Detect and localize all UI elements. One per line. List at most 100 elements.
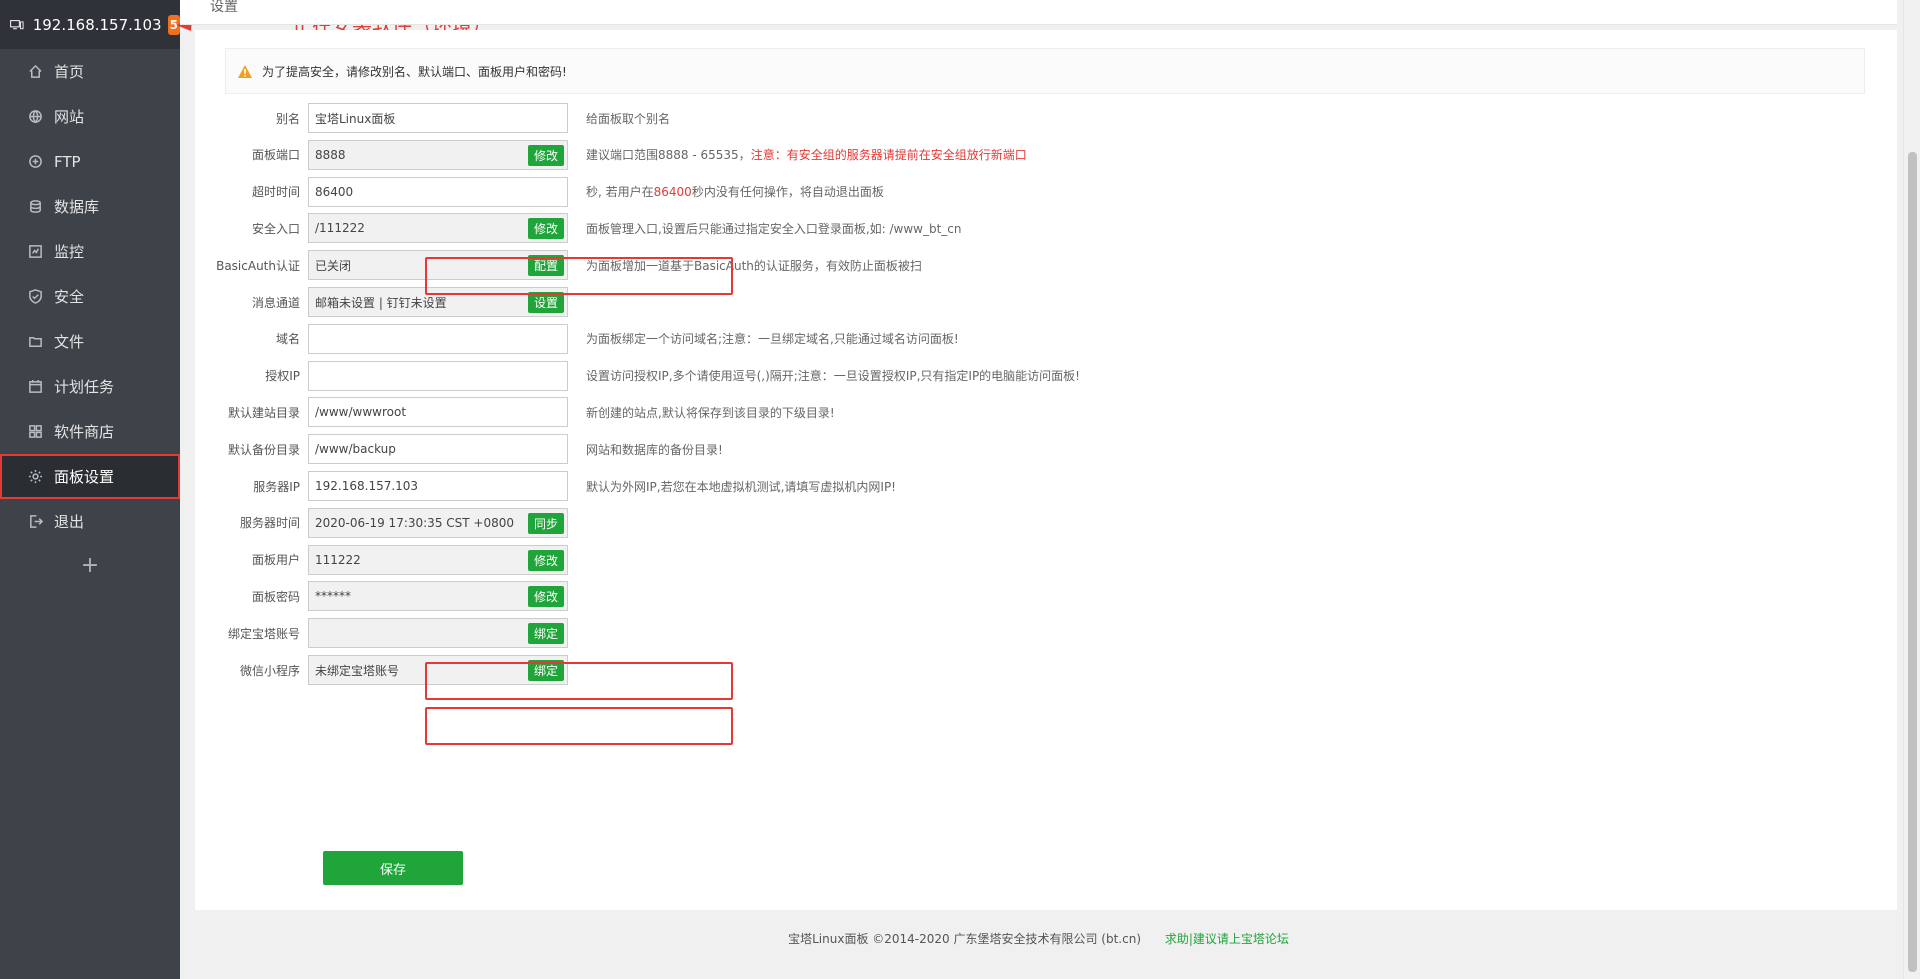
setting-label: 超时时间	[251, 185, 300, 200]
setting-field[interactable]: 宝塔Linux面板	[308, 103, 568, 133]
setting-field[interactable]: 2020-06-19 17:30:35 CST +0800 同步	[308, 507, 568, 538]
setting-value: 邮箱未设置 | 钉钉未设置	[315, 295, 447, 310]
sidebar-item-6[interactable]: 文件	[0, 319, 180, 364]
setting-field[interactable]: 未绑定宝塔账号 绑定	[308, 655, 568, 685]
monitor-host-icon	[10, 19, 24, 29]
setting-value: 86400	[315, 184, 354, 199]
hint-text: 面板管理入口,设置后只能通过指定安全入口登录面板,如: /www_bt_cn	[586, 221, 962, 236]
hint-warning-text: 注意：有安全组的服务器请提前在安全组放行新端口	[750, 148, 1027, 163]
setting-row: 安全入口/111222 修改 面板管理入口,设置后只能通过指定安全入口登录面板,如:…	[195, 213, 962, 244]
sidebar-item-0[interactable]: 首页	[0, 49, 180, 94]
setting-row: 别名 宝塔Linux面板 给面板取个别名	[195, 103, 670, 133]
setting-row: BasicAuth认证 已关闭 配置 为面板增加一道基于BasicAuth的认证服务，…	[195, 250, 922, 281]
hint-text: 为面板增加一道基于BasicAuth的认证服务，有效防止面板被扫	[586, 258, 922, 273]
setting-label: 绑定宝塔账号	[227, 626, 300, 641]
hint-text: 为面板绑定一个访问域名;注意：一旦绑定域名,只能通过域名访问面板!	[586, 332, 959, 347]
sidebar-item-4[interactable]: 监控	[0, 229, 180, 274]
sidebar-item-label: 计划任务	[54, 378, 115, 396]
footer: 宝塔Linux面板 ©2014-2020 广东堡塔安全技术有限公司 (bt.cn…	[180, 930, 1897, 947]
sidebar-item-3[interactable]: 数据库	[0, 184, 180, 229]
scrollbar[interactable]	[1903, 0, 1920, 979]
setting-action-button[interactable]: 修改	[527, 549, 564, 571]
sidebar-item-label: FTP	[54, 152, 81, 171]
setting-field[interactable]: /111222 修改	[308, 213, 568, 244]
setting-label: 域名	[275, 332, 300, 347]
setting-value: 未绑定宝塔账号	[315, 663, 400, 678]
highlight-panel-password	[425, 707, 733, 745]
setting-field[interactable]: 已关闭 配置	[308, 250, 568, 281]
setting-label: 授权IP	[265, 369, 300, 384]
setting-label: 消息通道	[251, 295, 300, 310]
setting-field[interactable]: 邮箱未设置 | 钉钉未设置 设置	[308, 287, 568, 317]
calendar-icon	[28, 379, 43, 394]
setting-field[interactable]: 192.168.157.103	[308, 471, 568, 501]
shield-icon	[28, 289, 43, 304]
setting-value: 192.168.157.103	[315, 479, 419, 493]
setting-row: 面板用户 111222 修改	[195, 544, 568, 575]
logout-icon	[28, 514, 43, 529]
notice-text: 为了提高安全，请修改别名、默认端口、面板用户和密码!	[262, 64, 567, 79]
setting-action-button[interactable]: 同步	[527, 512, 564, 534]
setting-row: 面板端口 8888 修改 建议端口范围8888 - 65535，注意：有安全组的服务器…	[195, 139, 1027, 170]
monitor-icon	[28, 244, 43, 259]
setting-row: 默认备份目录/www/backup 网站和数据库的备份目录!	[195, 434, 723, 465]
setting-label: 面板端口	[251, 148, 300, 163]
setting-action-button[interactable]: 绑定	[527, 623, 564, 645]
setting-row: 域名 为面板绑定一个访问域名;注意：一旦绑定域名,只能通过域名访问面板!	[195, 323, 959, 354]
setting-action-button[interactable]: 修改	[527, 144, 564, 166]
scrollbar-thumb[interactable]	[1908, 152, 1917, 972]
grid-icon	[28, 424, 43, 439]
sidebar-item-8[interactable]: 软件商店	[0, 409, 180, 454]
setting-field[interactable]: 86400	[308, 176, 568, 207]
setting-hint: 建议端口范围8888 - 65535，注意：有安全组的服务器请提前在安全组放行新…	[586, 146, 1027, 163]
setting-field[interactable]: 8888 修改	[308, 139, 568, 170]
setting-field[interactable]	[308, 323, 568, 354]
save-button[interactable]: 保存	[323, 851, 463, 885]
setting-row: 微信小程序 未绑定宝塔账号 绑定	[195, 655, 568, 685]
hint-text: 给面板取个别名	[586, 111, 671, 126]
settings-panel: 为了提高安全，请修改别名、默认端口、面板用户和密码! 别名 宝塔Linux面板 给面…	[195, 30, 1897, 910]
setting-field[interactable]: 111222 修改	[308, 544, 568, 575]
setting-field[interactable]	[308, 360, 568, 391]
server-header[interactable]: 192.168.157.103 5	[0, 0, 180, 49]
sidebar-item-label: 数据库	[54, 198, 100, 216]
setting-label: 服务器时间	[239, 516, 300, 531]
setting-field[interactable]: ****** 修改	[308, 581, 568, 612]
footer-copyright: 宝塔Linux面板 ©2014-2020 广东堡塔安全技术有限公司 (bt.cn…	[788, 932, 1141, 946]
setting-hint: 为面板绑定一个访问域名;注意：一旦绑定域名,只能通过域名访问面板!	[586, 330, 959, 347]
hint-text: 秒, 若用户在	[586, 185, 654, 200]
hint-text: 建议端口范围8888 - 65535，	[586, 148, 751, 163]
setting-action-button[interactable]: 修改	[527, 218, 564, 240]
sidebar-item-9[interactable]: 面板设置	[0, 454, 180, 499]
sidebar-item-label: 首页	[54, 63, 85, 81]
breadcrumb: 设置	[180, 0, 1897, 25]
setting-field[interactable]: /www/wwwroot	[308, 397, 568, 428]
sidebar: 192.168.157.103 5 首页网站 FTP 数据库监控 安全 文件计划任务软件…	[0, 0, 180, 979]
setting-row: 服务器时间 2020-06-19 17:30:35 CST +0800 同步	[195, 507, 568, 538]
setting-field[interactable]: 绑定	[308, 618, 568, 649]
setting-hint: 默认为外网IP,若您在本地虚拟机测试,请填写虚拟机内网IP!	[586, 478, 896, 495]
add-icon[interactable]: +	[0, 544, 180, 586]
setting-value: 8888	[315, 147, 346, 162]
setting-action-button[interactable]: 配置	[527, 255, 564, 277]
sidebar-item-label: 面板设置	[54, 468, 115, 486]
sidebar-item-1[interactable]: 网站	[0, 94, 180, 139]
setting-label: 面板用户	[251, 553, 300, 568]
sidebar-item-7[interactable]: 计划任务	[0, 364, 180, 409]
setting-action-button[interactable]: 绑定	[527, 660, 564, 681]
forum-link[interactable]: 求助|建议请上宝塔论坛	[1165, 932, 1289, 946]
sidebar-item-5[interactable]: 安全	[0, 274, 180, 319]
setting-hint: 新创建的站点,默认将保存到该目录的下级目录!	[586, 404, 835, 421]
sidebar-item-2[interactable]: FTP	[0, 139, 180, 184]
setting-field[interactable]: /www/backup	[308, 434, 568, 465]
setting-row: 默认建站目录/www/wwwroot 新创建的站点,默认将保存到该目录的下级目录!	[195, 397, 835, 428]
setting-hint: 面板管理入口,设置后只能通过指定安全入口登录面板,如: /www_bt_cn	[586, 220, 962, 237]
hint-text: 新创建的站点,默认将保存到该目录的下级目录!	[586, 405, 835, 420]
sidebar-item-10[interactable]: 退出	[0, 499, 180, 544]
folder-icon	[28, 334, 43, 349]
sidebar-nav: 首页网站 FTP 数据库监控 安全 文件计划任务软件商店面板设置退出	[0, 49, 180, 544]
hint-text: 网站和数据库的备份目录!	[586, 442, 723, 457]
setting-action-button[interactable]: 设置	[527, 292, 564, 313]
setting-value: ******	[315, 589, 351, 604]
setting-action-button[interactable]: 修改	[527, 586, 564, 608]
